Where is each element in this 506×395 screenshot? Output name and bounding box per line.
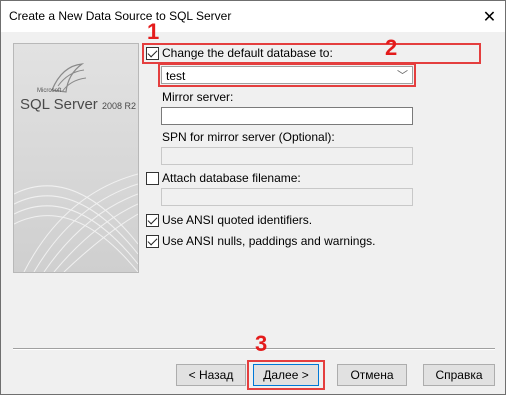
- attach-db-label: Attach database filename:: [162, 171, 301, 185]
- help-button[interactable]: Справка: [423, 364, 495, 386]
- change-db-label: Change the default database to:: [162, 46, 333, 60]
- product-name: SQL Server 2008 R2: [20, 96, 136, 113]
- ansi-nulls-checkbox[interactable]: [146, 235, 159, 248]
- product-version: 2008 R2: [101, 101, 137, 111]
- title-bar: Create a New Data Source to SQL Server ✕: [1, 1, 505, 32]
- window-title: Create a New Data Source to SQL Server: [9, 9, 232, 23]
- ansi-quoted-checkbox[interactable]: [146, 214, 159, 227]
- dialog-window: Create a New Data Source to SQL Server ✕: [0, 0, 506, 395]
- next-button[interactable]: Далее >: [253, 364, 319, 386]
- mirror-server-input[interactable]: [161, 107, 413, 125]
- annotation-number-1: 1: [147, 19, 160, 44]
- spn-label: SPN for mirror server (Optional):: [162, 130, 335, 144]
- chevron-down-icon: ﹀: [397, 70, 408, 82]
- annotation-number-2: 2: [385, 35, 398, 60]
- database-select-value: test: [166, 69, 186, 83]
- attach-db-checkbox[interactable]: [146, 172, 159, 185]
- mirror-server-label: Mirror server:: [162, 90, 234, 104]
- change-db-checkbox[interactable]: [146, 47, 159, 60]
- annotation-number-3: 3: [255, 331, 268, 356]
- product-label: SQL Server: [20, 96, 98, 113]
- attach-db-input: [161, 188, 413, 206]
- sql-server-logo-panel: Microsoft SQL Server 2008 R2: [13, 43, 139, 273]
- microsoft-label: Microsoft: [37, 88, 62, 94]
- ansi-quoted-label: Use ANSI quoted identifiers.: [162, 213, 313, 227]
- close-icon[interactable]: ✕: [474, 1, 505, 32]
- ansi-nulls-label: Use ANSI nulls, paddings and warnings.: [162, 234, 376, 248]
- database-select[interactable]: test ﹀: [161, 66, 413, 84]
- cancel-button[interactable]: Отмена: [337, 364, 407, 386]
- back-button[interactable]: < Назад: [176, 364, 246, 386]
- button-separator: [13, 348, 495, 350]
- spn-input: [161, 147, 413, 165]
